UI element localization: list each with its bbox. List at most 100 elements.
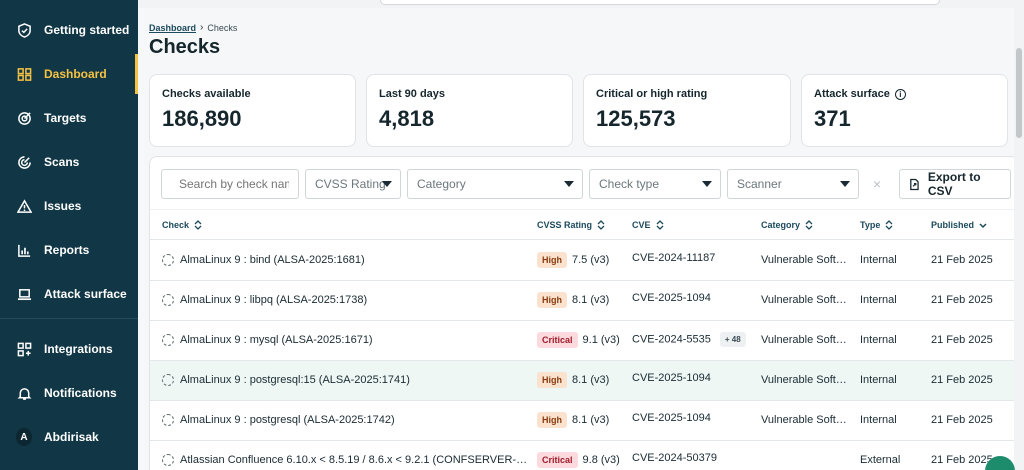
breadcrumb-dashboard-link[interactable]: Dashboard: [149, 23, 196, 33]
col-header-category[interactable]: Category: [761, 220, 813, 230]
col-label: CVE: [632, 220, 651, 230]
published-cell: 21 Feb 2025: [931, 254, 993, 266]
cvss-cell: Critical 9.1 (v3): [537, 332, 620, 348]
col-header-published[interactable]: Published: [931, 220, 987, 230]
cvss-cell: High 7.5 (v3): [537, 252, 609, 268]
col-label: Type: [860, 220, 881, 230]
sidebar-item-issues[interactable]: Issues: [0, 186, 138, 226]
cvss-rating-dropdown[interactable]: CVSS Rating: [305, 169, 401, 199]
sidebar-item-attack-surface[interactable]: Attack surface: [0, 274, 138, 314]
radar-icon: [16, 154, 32, 170]
status-pending-icon: [162, 334, 174, 346]
sidebar-item-reports[interactable]: Reports: [0, 230, 138, 270]
search-input[interactable]: [179, 177, 289, 191]
check-name[interactable]: AlmaLinux 9 : postgresql:15 (ALSA-2025:1…: [180, 374, 410, 386]
sidebar-item-dashboard[interactable]: Dashboard: [0, 54, 138, 94]
breadcrumb-current: Checks: [207, 22, 238, 33]
col-header-check[interactable]: Check: [162, 220, 202, 230]
cvss-cell: Critical 9.8 (v3): [537, 452, 620, 468]
scanner-dropdown[interactable]: Scanner: [727, 169, 859, 199]
table-row[interactable]: AlmaLinux 9 : bind (ALSA-2025:1681) High 7…: [150, 241, 1018, 281]
sidebar-item-label: Dashboard: [44, 67, 107, 81]
table-row[interactable]: AlmaLinux 9 : postgresql:15 (ALSA-2025:1…: [150, 361, 1018, 401]
stat-card-critical-high: Critical or high rating 125,573: [583, 74, 791, 147]
scanner-label: Scanner: [737, 177, 782, 191]
category-cell: Vulnerable Soft…: [761, 254, 847, 266]
stat-value: 186,890: [162, 106, 242, 131]
bar-chart-icon: [16, 242, 32, 258]
check-name[interactable]: AlmaLinux 9 : bind (ALSA-2025:1681): [180, 254, 365, 266]
avatar-wrap: A: [16, 428, 32, 446]
sidebar-item-label: Scans: [44, 155, 80, 169]
col-header-type[interactable]: Type: [860, 220, 893, 230]
chevron-right-icon: ›: [200, 22, 204, 33]
sort-icon: [597, 220, 605, 230]
cve-id: CVE-2024-50379: [632, 452, 718, 464]
app-window: Getting started Dashboard Targets Scans …: [0, 0, 1024, 470]
table-row[interactable]: Atlassian Confluence 6.10.x < 8.5.19 / 8…: [150, 441, 1018, 470]
export-csv-label: Export to CSV: [927, 170, 981, 198]
severity-badge: High: [537, 372, 567, 388]
stat-card-attack-surface: Attack surface i 371: [801, 74, 1008, 147]
sort-desc-icon: [979, 223, 987, 229]
sidebar-item-label: Reports: [44, 243, 90, 257]
check-type-dropdown[interactable]: Check type: [589, 169, 721, 199]
search-box[interactable]: [161, 169, 299, 199]
table-row[interactable]: AlmaLinux 9 : mysql (ALSA-2025:1671) Crit…: [150, 321, 1018, 361]
cvss-cell: High 8.1 (v3): [537, 372, 609, 388]
cve-id: CVE-2024-5535: [632, 333, 711, 346]
status-pending-icon: [162, 374, 174, 386]
col-header-cve[interactable]: CVE: [632, 220, 664, 230]
sidebar-item-targets[interactable]: Targets: [0, 98, 138, 138]
breadcrumb: Dashboard › Checks: [149, 22, 237, 33]
sort-icon: [194, 220, 202, 230]
file-export-icon: [910, 178, 919, 190]
check-name[interactable]: AlmaLinux 9 : mysql (ALSA-2025:1671): [180, 334, 373, 346]
cvss-score: 9.1 (v3): [582, 333, 620, 346]
check-name[interactable]: Atlassian Confluence 6.10.x < 8.5.19 / 8…: [180, 454, 527, 466]
type-cell: External: [860, 454, 901, 466]
check-name[interactable]: AlmaLinux 9 : postgresql (ALSA-2025:1742…: [180, 414, 395, 426]
sidebar-item-integrations[interactable]: Integrations: [0, 329, 138, 369]
browser-top-strip: [138, 0, 1024, 8]
address-bar[interactable]: [380, 0, 940, 5]
caret-down-icon: [702, 181, 712, 187]
severity-badge: High: [537, 412, 567, 428]
sidebar-item-scans[interactable]: Scans: [0, 142, 138, 182]
cve-id: CVE-2025-1094: [632, 372, 711, 384]
sidebar-item-user[interactable]: A Abdirisak: [0, 417, 138, 457]
col-label: Check: [162, 220, 190, 230]
stat-title: Critical or high rating: [596, 88, 708, 100]
clear-filters-icon[interactable]: ×: [873, 176, 881, 192]
more-cves-badge[interactable]: + 48: [719, 332, 746, 347]
scrollbar[interactable]: [1014, 8, 1024, 470]
cvss-score: 8.1 (v3): [572, 293, 610, 306]
cve-cell: CVE-2025-1094: [632, 412, 711, 424]
col-header-cvss[interactable]: CVSS Rating: [537, 220, 605, 230]
category-dropdown[interactable]: Category: [407, 169, 583, 199]
sidebar-item-notifications[interactable]: Notifications: [0, 373, 138, 413]
info-icon[interactable]: i: [894, 88, 906, 100]
caret-down-icon: [564, 181, 574, 187]
stat-value: 125,573: [596, 106, 676, 131]
export-csv-button[interactable]: Export to CSV: [899, 169, 1011, 199]
dashboard-icon: [16, 66, 32, 82]
stat-value: 371: [814, 106, 851, 131]
col-label: Published: [931, 220, 975, 230]
published-cell: 21 Feb 2025: [931, 454, 993, 466]
status-pending-icon: [162, 414, 174, 426]
bell-icon: [16, 385, 32, 401]
scrollbar-thumb[interactable]: [1016, 48, 1022, 138]
sidebar-divider: [0, 318, 138, 319]
check-name[interactable]: AlmaLinux 9 : libpq (ALSA-2025:1738): [180, 294, 367, 306]
table-row[interactable]: AlmaLinux 9 : libpq (ALSA-2025:1738) High…: [150, 281, 1018, 321]
table-row[interactable]: AlmaLinux 9 : postgresql (ALSA-2025:1742…: [150, 401, 1018, 441]
sidebar-item-getting-started[interactable]: Getting started: [0, 10, 138, 50]
sort-icon: [656, 220, 663, 230]
sort-icon: [805, 220, 813, 230]
check-type-label: Check type: [599, 177, 660, 191]
stat-value: 4,818: [379, 106, 435, 131]
cve-cell: CVE-2024-50379: [632, 452, 717, 464]
cve-cell: CVE-2025-1094: [632, 372, 711, 384]
col-label: CVSS Rating: [537, 220, 593, 230]
